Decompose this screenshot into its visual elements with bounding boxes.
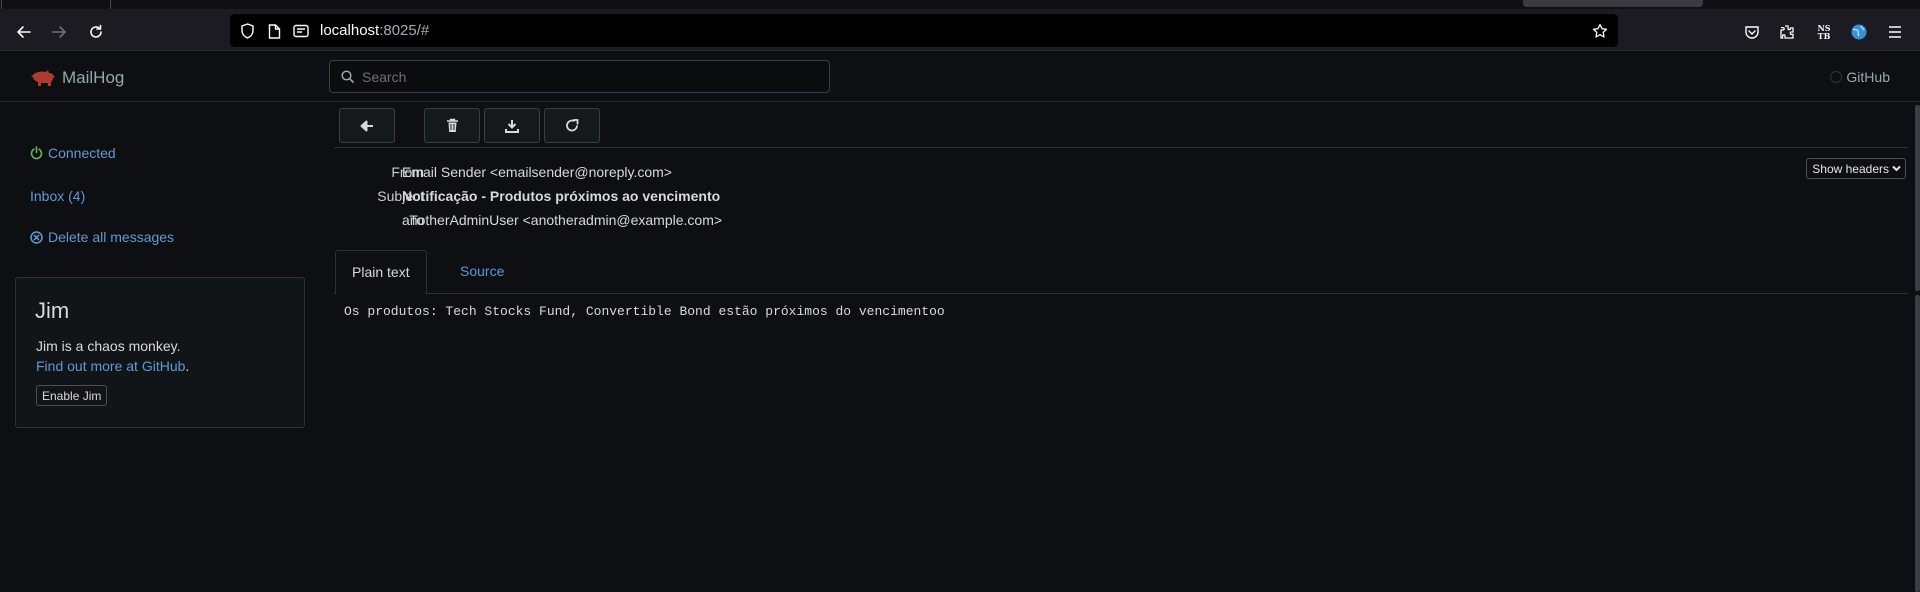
tab-source[interactable]: Source: [444, 250, 520, 294]
url-path: :8025/#: [379, 22, 430, 39]
jim-github-link[interactable]: Find out more at GitHub: [36, 358, 185, 374]
download-message-button[interactable]: [484, 108, 540, 143]
arrow-right-icon: [52, 26, 66, 38]
shield-icon[interactable]: [238, 22, 256, 40]
message-view: From Email Sender <emailsender@noreply.c…: [334, 103, 1920, 592]
tab-plain-text[interactable]: Plain text: [335, 250, 427, 295]
github-label: GitHub: [1846, 69, 1890, 85]
url-host: localhost: [320, 22, 380, 39]
tab-separator: [1, 0, 2, 9]
remove-circle-icon: [30, 230, 43, 244]
toolbar-divider: [334, 147, 1908, 148]
noscript-label-bottom: TB: [1817, 31, 1831, 41]
github-link[interactable]: GitHub: [1830, 69, 1890, 85]
tab-separator: [110, 0, 111, 9]
body-tabs: Plain text Source: [334, 250, 1908, 295]
bookmark-star-icon[interactable]: [1591, 22, 1609, 40]
show-headers-button[interactable]: Show headers: [1806, 158, 1906, 179]
page-icon[interactable]: [265, 22, 283, 40]
tab-preview[interactable]: [1523, 0, 1703, 7]
jim-title: Jim: [35, 298, 70, 323]
enable-jim-button[interactable]: Enable Jim: [36, 385, 108, 406]
download-icon: [505, 119, 519, 133]
reload-button[interactable]: [82, 18, 110, 46]
trash-icon: [446, 118, 458, 132]
github-icon: [1830, 71, 1843, 83]
url-bar[interactable]: localhost:8025/#: [230, 14, 1618, 47]
noscript-icon[interactable]: NS TB: [1813, 21, 1835, 43]
permissions-icon[interactable]: [292, 22, 310, 40]
url-text[interactable]: localhost:8025/#: [320, 22, 429, 39]
search-icon: [341, 70, 354, 83]
message-body: Os produtos: Tech Stocks Fund, Convertib…: [344, 304, 945, 319]
tab-strip: [0, 0, 1920, 9]
connection-status[interactable]: Connected: [30, 145, 116, 161]
extensions-icon[interactable]: [1776, 21, 1798, 43]
reload-icon: [90, 24, 102, 38]
power-icon: [30, 146, 43, 160]
subject-value: Notificação - Produtos próximos ao venci…: [402, 188, 721, 204]
back-to-inbox-button[interactable]: [339, 108, 395, 143]
back-button[interactable]: [10, 18, 38, 46]
release-message-button[interactable]: [544, 108, 600, 143]
forward-button[interactable]: [45, 18, 73, 46]
from-value: Email Sender <emailsender@noreply.com>: [402, 164, 672, 180]
inbox-label: Inbox (4): [30, 188, 86, 204]
jim-description-block: Jim is a chaos monkey. Find out more at …: [36, 336, 189, 376]
delete-all-label: Delete all messages: [48, 229, 175, 245]
scroll-thumb-lower[interactable]: [1915, 295, 1920, 592]
jim-description: Jim is a chaos monkey.: [36, 338, 181, 354]
delete-message-button[interactable]: [424, 108, 480, 143]
search-field[interactable]: [329, 60, 830, 93]
brand-name: MailHog: [62, 68, 125, 87]
scrollbar[interactable]: [1914, 103, 1920, 592]
delete-all-link[interactable]: Delete all messages: [30, 229, 174, 245]
menu-icon[interactable]: [1884, 21, 1906, 43]
brand[interactable]: MailHog: [30, 66, 124, 90]
app-header: MailHog: [0, 52, 1920, 102]
show-headers-label: Show headers: [1812, 161, 1889, 176]
pocket-icon[interactable]: [1741, 21, 1763, 43]
share-icon: [566, 118, 579, 131]
chevron-down-icon: [1892, 165, 1901, 172]
search-input[interactable]: [362, 61, 822, 92]
jim-panel: Jim Jim is a chaos monkey. Find out more…: [15, 277, 305, 428]
mailhog-pig-icon: [31, 70, 55, 86]
jim-link-suffix: .: [185, 358, 190, 374]
to-value: anotherAdminUser <anotheradmin@example.c…: [402, 212, 723, 228]
arrow-left-icon: [360, 120, 373, 131]
connected-label: Connected: [48, 145, 116, 161]
inbox-link[interactable]: Inbox (4): [30, 188, 85, 204]
scroll-thumb-upper[interactable]: [1915, 105, 1920, 291]
jim-more-line: Find out more at GitHub.: [36, 356, 189, 376]
from-row: From Email Sender <emailsender@noreply.c…: [334, 164, 1034, 184]
browser-toolbar: localhost:8025/# NS TB: [0, 0, 1920, 51]
to-row: To anotherAdminUser <anotheradmin@exampl…: [334, 212, 1034, 232]
arrow-left-icon: [17, 26, 31, 38]
subject-row: Subject Notificação - Produtos próximos …: [334, 188, 1034, 208]
globe-extension-icon[interactable]: [1848, 21, 1870, 43]
sidebar: Connected Inbox (4) Delete all messages …: [0, 103, 320, 592]
